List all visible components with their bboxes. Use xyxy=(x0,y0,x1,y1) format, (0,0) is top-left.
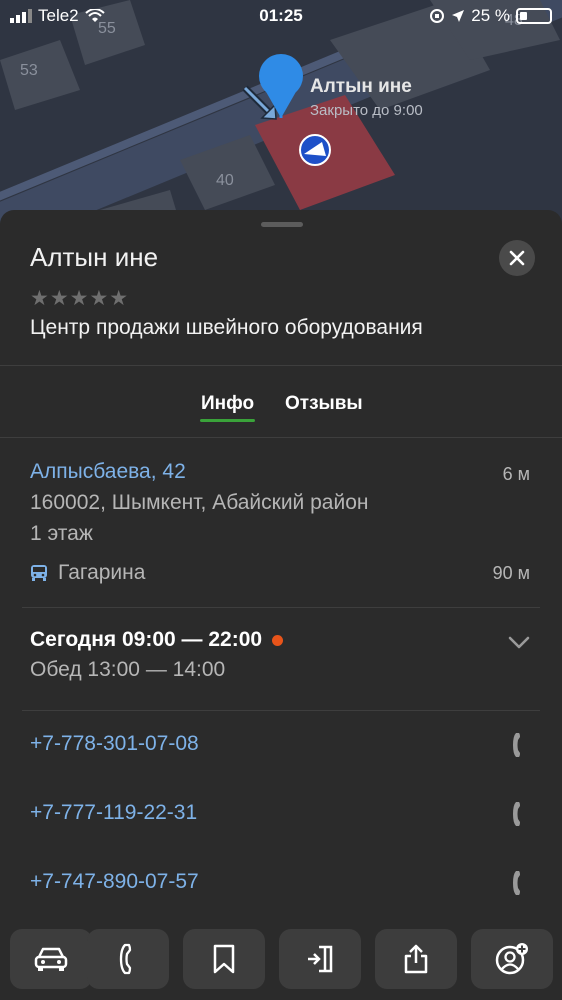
share-button[interactable] xyxy=(375,929,457,989)
place-title: Алтын ине xyxy=(30,242,159,272)
add-contact-button[interactable] xyxy=(471,929,553,989)
hours-text: Сегодня 09:00 — 22:00 xyxy=(30,628,263,651)
status-dot-icon xyxy=(272,634,284,646)
divider xyxy=(22,710,540,711)
map-view[interactable]: 53 55 40 48 Алтын ине Закрыто до 9:00 xyxy=(0,0,562,240)
battery-percent: 25 % xyxy=(471,6,510,25)
place-category: Центр продажи швейного оборудования xyxy=(30,316,423,339)
map-canvas: 53 55 40 48 xyxy=(0,0,562,240)
action-bar xyxy=(0,915,562,1000)
building-number: 40 xyxy=(216,172,234,189)
share-icon xyxy=(404,944,428,974)
address-floor: 1 этаж xyxy=(30,522,93,545)
entrance-icon xyxy=(308,945,333,973)
phone-icon[interactable] xyxy=(512,801,526,827)
bus-icon xyxy=(31,565,47,581)
transit-stop[interactable]: Гагарина xyxy=(30,561,145,585)
address-city: 160002, Шымкент, Абайский район xyxy=(30,491,369,514)
stop-distance: 90 м xyxy=(492,563,530,583)
stop-name: Гагарина xyxy=(58,561,146,584)
location-arrow-icon xyxy=(452,10,465,22)
bookmark-icon xyxy=(213,944,235,974)
route-button[interactable] xyxy=(10,929,92,989)
building-number: 53 xyxy=(20,62,38,79)
hours-today[interactable]: Сегодня 09:00 — 22:00 xyxy=(30,628,284,652)
phone-icon xyxy=(119,943,132,975)
tab-reviews[interactable]: Отзывы xyxy=(285,393,363,415)
lunch-hours: Обед 13:00 — 14:00 xyxy=(30,658,226,681)
active-tab-indicator xyxy=(200,419,255,422)
battery-fill xyxy=(520,12,527,20)
rating-stars[interactable]: ★★★★★ xyxy=(30,286,129,311)
place-card: Алтын ине ★★★★★ Центр продажи швейного о… xyxy=(0,210,562,1000)
status-right: 25 % xyxy=(429,6,552,26)
phone-icon[interactable] xyxy=(512,732,526,758)
bookmark-button[interactable] xyxy=(183,929,265,989)
close-icon xyxy=(509,250,525,266)
divider xyxy=(0,437,562,438)
add-person-icon xyxy=(495,943,528,975)
marker-subtitle: Закрыто до 9:00 xyxy=(310,102,423,119)
divider xyxy=(0,365,562,366)
phone-link[interactable]: +7-747-890-07-57 xyxy=(30,870,199,894)
status-bar: Tele2 01:25 25 % xyxy=(0,0,562,34)
divider xyxy=(22,607,540,608)
phone-icon[interactable] xyxy=(512,870,526,896)
sheet-grabber[interactable] xyxy=(261,222,303,227)
orientation-lock-icon xyxy=(430,9,445,23)
car-icon xyxy=(34,947,68,971)
address-link[interactable]: Алпысбаева, 42 xyxy=(30,460,186,484)
chevron-down-icon[interactable] xyxy=(508,636,530,650)
close-button[interactable] xyxy=(499,240,535,276)
category-badge-icon xyxy=(299,134,331,166)
tab-info[interactable]: Инфо xyxy=(201,393,254,415)
marker-title: Алтын ине xyxy=(310,76,412,97)
phone-link[interactable]: +7-778-301-07-08 xyxy=(30,732,199,756)
call-button[interactable] xyxy=(87,929,169,989)
battery-icon xyxy=(516,8,552,24)
entrances-button[interactable] xyxy=(279,929,361,989)
phone-link[interactable]: +7-777-119-22-31 xyxy=(30,801,197,825)
address-distance: 6 м xyxy=(502,464,530,484)
